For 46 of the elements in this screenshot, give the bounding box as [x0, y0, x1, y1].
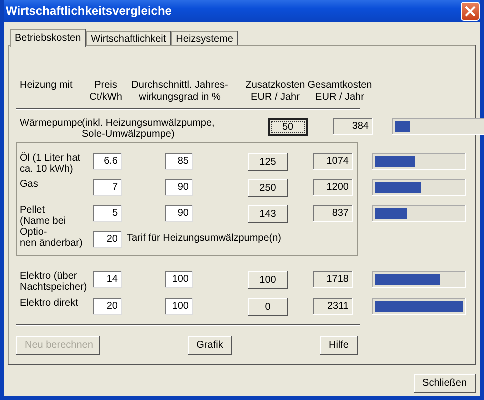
price-field[interactable]: 14 [93, 271, 122, 288]
heating-label: Gas [20, 179, 40, 190]
close-button[interactable] [461, 2, 480, 20]
close-icon [465, 6, 476, 16]
heating-label: Öl (1 Liter hat ca. 10 kWh) [20, 153, 82, 175]
note-text: (inkl. Heizungsumwälzpumpe, Sole-Umwälzpumpe) [82, 118, 216, 140]
efficiency-field[interactable]: 85 [165, 153, 193, 170]
window-title: Wirtschaftlichkeitsvergleiche [5, 4, 172, 18]
extra-cost-button[interactable]: 50 [268, 118, 308, 136]
price-field[interactable]: 7 [93, 179, 122, 196]
action-button[interactable]: Grafik [188, 336, 232, 355]
total-cost-field: 1074 [313, 153, 353, 170]
price-field[interactable]: 6.6 [93, 153, 122, 170]
price-field[interactable]: 5 [93, 205, 122, 222]
tariff-label: Tarif für Heizungsumwälzpumpe(n) [126, 232, 283, 246]
price-field[interactable]: 20 [93, 298, 122, 315]
tab[interactable]: Betriebskosten [10, 29, 86, 47]
extra-cost-button[interactable]: 0 [248, 298, 288, 316]
heating-label: Pellet [20, 205, 46, 216]
tab[interactable]: Wirtschaftlichkeit [86, 31, 172, 46]
total-cost-field: 837 [313, 205, 353, 222]
extra-cost-button[interactable]: 125 [248, 153, 288, 171]
heating-label: Elektro direkt [20, 298, 80, 309]
heating-label: Elektro (über Nachtspeicher) [20, 271, 88, 293]
close-dialog-button[interactable]: Schließen [414, 374, 476, 393]
action-button[interactable]: Hilfe [320, 336, 358, 355]
extra-cost-button[interactable]: 143 [248, 205, 288, 223]
column-header: Durchschnittl. Jahres- wirkungsgrad in % [130, 80, 230, 104]
efficiency-field[interactable]: 100 [165, 271, 193, 288]
total-cost-field: 1200 [313, 179, 353, 196]
column-header: Zusatzkosten EUR / Jahr [244, 80, 306, 104]
tab[interactable]: Heizsysteme [171, 31, 238, 46]
column-header: Gesamtkosten EUR / Jahr [307, 80, 373, 104]
note-text: (Name bei Optio- nen änderbar) [20, 216, 84, 249]
extra-cost-button[interactable]: 250 [248, 179, 288, 197]
column-header: Preis Ct/kWh [88, 80, 124, 104]
tariff-field[interactable]: 20 [93, 231, 122, 248]
efficiency-field[interactable]: 100 [165, 298, 193, 315]
efficiency-field[interactable]: 90 [165, 205, 193, 222]
heating-label: Wärmepumpe [20, 118, 82, 129]
total-cost-field: 384 [333, 118, 373, 135]
total-cost-field: 2311 [313, 298, 353, 315]
extra-cost-button[interactable]: 100 [248, 271, 288, 289]
efficiency-field[interactable]: 90 [165, 179, 193, 196]
column-header: Heizung mit [20, 80, 74, 93]
total-cost-field: 1718 [313, 271, 353, 288]
